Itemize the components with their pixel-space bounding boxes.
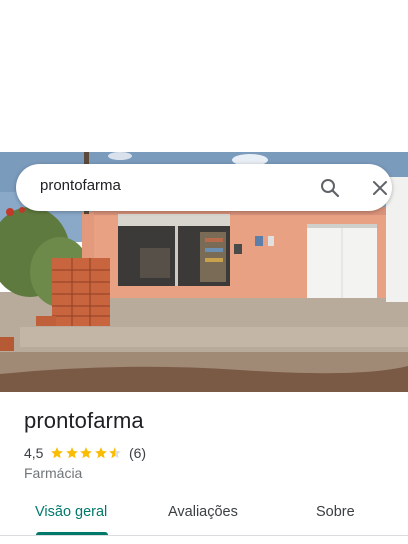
tabs-divider [0, 535, 408, 536]
place-category[interactable]: Farmácia [24, 465, 82, 481]
star-icon [80, 447, 93, 459]
search-bar[interactable]: prontofarma [16, 164, 392, 211]
half-star-icon [109, 447, 122, 459]
star-icon [66, 447, 78, 459]
place-title: prontofarma [24, 408, 144, 433]
rating-row[interactable]: 4,5 (6) [24, 444, 146, 462]
rating-value: 4,5 [24, 445, 44, 461]
search-icon[interactable] [318, 176, 342, 200]
star-rating [50, 446, 123, 460]
star-icon [51, 447, 64, 459]
tab-reviews[interactable]: Avaliações [168, 504, 238, 520]
close-icon[interactable] [368, 176, 392, 200]
review-count[interactable]: (6) [129, 445, 146, 461]
tab-overview[interactable]: Visão geral [35, 504, 107, 520]
search-input[interactable]: prontofarma [40, 177, 121, 194]
star-icon [95, 447, 107, 459]
place-tabs: Visão geral Avaliações Sobre [0, 496, 408, 536]
tab-about[interactable]: Sobre [316, 504, 355, 520]
